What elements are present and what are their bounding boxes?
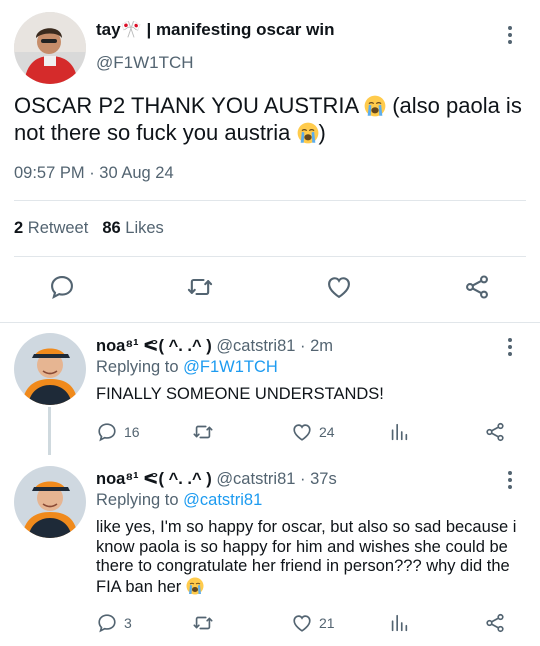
like-button[interactable]: 21 — [291, 612, 335, 634]
reply-actions: 3 21 — [96, 612, 526, 638]
crying-face-emoji-icon — [364, 95, 386, 117]
retweet-icon — [193, 616, 213, 630]
avatar-photo — [14, 466, 86, 538]
heart-icon — [293, 424, 311, 441]
reply-text-content: like yes, I'm so happy for oscar, but al… — [96, 518, 517, 596]
reply-icon[interactable] — [48, 273, 76, 301]
avatar-photo — [14, 333, 86, 405]
retweet-button[interactable] — [192, 612, 214, 634]
reply-text: FINALLY SOMEONE UNDERSTANDS! — [96, 385, 384, 403]
like-count: 24 — [319, 424, 335, 440]
reply-button[interactable]: 3 — [96, 612, 132, 634]
analytics-button[interactable] — [388, 421, 410, 443]
retweet-stat[interactable]: 2 Retweet — [14, 219, 88, 237]
speech-bubble-icon — [98, 423, 116, 442]
more-options-icon[interactable] — [507, 471, 513, 489]
reply-header: noa⁸¹ ᕙ( ^. .^ ) @catstri81 · 37s — [96, 470, 337, 488]
avatar[interactable] — [14, 333, 86, 405]
reply-text: like yes, I'm so happy for oscar, but al… — [96, 518, 526, 597]
crying-face-emoji-icon — [186, 577, 204, 594]
reply-button[interactable]: 16 — [96, 421, 140, 443]
tweet-text-part-3: ) — [318, 120, 326, 145]
time-ago: 2m — [310, 337, 334, 355]
like-count: 21 — [319, 615, 335, 631]
retweet-count: 2 — [14, 219, 24, 237]
likes-label: Likes — [125, 219, 164, 237]
tweet-text-part-1: OSCAR P2 THANK YOU AUSTRIA — [14, 93, 365, 118]
timestamp[interactable]: 09:57 PM · 30 Aug 24 — [14, 164, 174, 183]
like-count: 86 — [102, 219, 121, 237]
handle[interactable]: @catstri81 — [216, 470, 295, 488]
reply-header: noa⁸¹ ᕙ( ^. .^ ) @catstri81 · 2m — [96, 337, 334, 355]
reply-tweet[interactable]: noa⁸¹ ᕙ( ^. .^ ) @catstri81 · 37s Replyi… — [0, 455, 540, 646]
divider — [14, 256, 526, 257]
heart-icon — [293, 615, 311, 632]
more-options-icon[interactable] — [507, 26, 513, 44]
retweet-icon — [193, 425, 213, 439]
display-name[interactable]: tay🎌 | manifesting oscar win — [96, 20, 334, 40]
replying-to-handle[interactable]: @F1W1TCH — [183, 358, 278, 376]
reply-count: 16 — [124, 424, 140, 440]
crying-face-emoji-icon — [297, 122, 318, 144]
reply-actions: 16 24 — [96, 421, 526, 447]
tweet-date: 30 Aug 24 — [99, 164, 174, 182]
tweet-time: 09:57 PM — [14, 164, 85, 182]
more-options-icon[interactable] — [507, 338, 513, 356]
retweet-label: Retweet — [27, 219, 89, 237]
avatar[interactable] — [14, 12, 86, 84]
handle[interactable]: @catstri81 — [216, 337, 295, 355]
time-ago: 37s — [310, 470, 337, 488]
replying-label: Replying to — [96, 491, 184, 509]
bar-chart-icon — [391, 614, 408, 632]
engagement-stats: 2 Retweet 86 Likes — [14, 219, 164, 238]
retweet-button[interactable] — [192, 421, 214, 443]
avatar-photo — [14, 12, 86, 84]
tweet-actions — [0, 273, 540, 309]
reply-count: 3 — [124, 615, 132, 631]
divider — [14, 200, 526, 201]
replying-to: Replying to @catstri81 — [96, 491, 262, 510]
tweet-text: OSCAR P2 THANK YOU AUSTRIA (also paola i… — [14, 92, 534, 146]
replying-to-handle[interactable]: @catstri81 — [183, 491, 262, 509]
avatar[interactable] — [14, 466, 86, 538]
main-tweet: tay🎌 | manifesting oscar win @F1W1TCH OS… — [0, 0, 540, 322]
share-icon — [486, 422, 504, 442]
bar-chart-icon — [391, 423, 408, 441]
share-button[interactable] — [484, 612, 506, 634]
retweet-icon[interactable] — [186, 273, 214, 301]
share-button[interactable] — [484, 421, 506, 443]
analytics-button[interactable] — [388, 612, 410, 634]
heart-icon[interactable] — [325, 273, 353, 301]
display-name[interactable]: noa⁸¹ ᕙ( ^. .^ ) — [96, 337, 212, 355]
replying-label: Replying to — [96, 358, 184, 376]
share-icon[interactable] — [463, 273, 491, 301]
likes-stat[interactable]: 86 Likes — [102, 219, 163, 237]
handle[interactable]: @F1W1TCH — [96, 53, 194, 73]
like-button[interactable]: 24 — [291, 421, 335, 443]
thread-line — [48, 407, 51, 455]
replying-to: Replying to @F1W1TCH — [96, 358, 278, 377]
share-icon — [486, 613, 504, 633]
reply-tweet[interactable]: noa⁸¹ ᕙ( ^. .^ ) @catstri81 · 2m Replyin… — [0, 323, 540, 455]
display-name[interactable]: noa⁸¹ ᕙ( ^. .^ ) — [96, 470, 212, 488]
speech-bubble-icon — [98, 614, 116, 633]
